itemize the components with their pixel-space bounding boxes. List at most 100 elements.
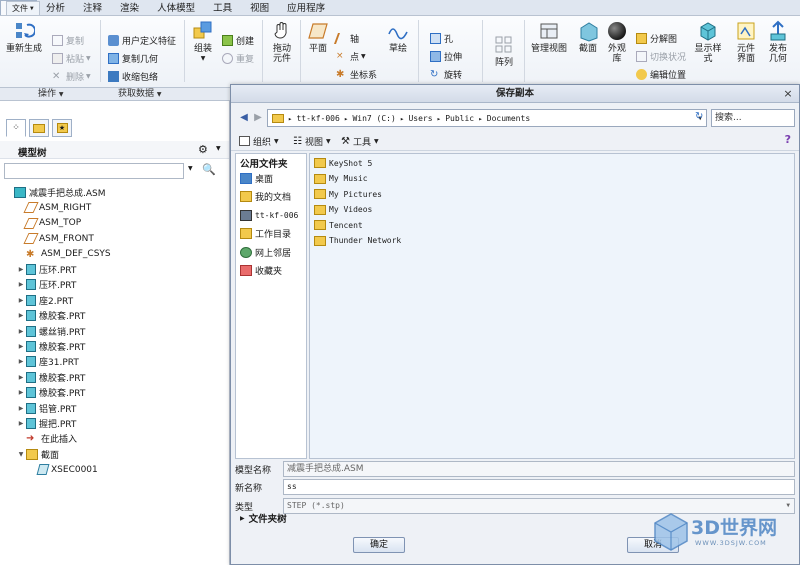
file-list-item[interactable]: My Pictures — [314, 187, 382, 201]
refresh-icon[interactable]: ↻ — [695, 111, 703, 122]
tree-item[interactable]: 减震手把总成.ASM — [4, 185, 106, 200]
folder-search-input[interactable]: 搜索... — [711, 109, 795, 127]
chevron-right-icon[interactable]: ▶ — [16, 405, 26, 412]
chevron-right-icon[interactable]: ▶ — [16, 389, 26, 396]
exploded-view-button[interactable]: 分解图 — [636, 32, 677, 45]
tree-item[interactable]: ✱ ASM_DEF_CSYS — [16, 247, 111, 262]
hole-button[interactable]: 孔 — [430, 32, 453, 45]
folder-browser-tab[interactable] — [29, 119, 49, 137]
group-operations[interactable]: 操作 ▼ — [38, 88, 64, 101]
file-list-item[interactable]: My Music — [314, 172, 368, 186]
tab-tools[interactable]: 工具 — [204, 0, 241, 15]
appearance-gallery-button[interactable]: 外观 库 — [604, 20, 630, 64]
tree-item[interactable]: ASM_FRONT — [16, 231, 94, 246]
breadcrumb-segment[interactable]: Users — [408, 114, 432, 123]
common-folder-item[interactable]: tt-kf-006 — [240, 208, 298, 223]
breadcrumb-segment[interactable]: Public — [445, 114, 474, 123]
chevron-right-icon[interactable]: ▶ — [16, 312, 26, 319]
file-list-item[interactable]: Tencent — [314, 218, 363, 232]
help-icon[interactable]: ? — [785, 133, 791, 146]
model-tree-tab[interactable]: ⁘ — [6, 119, 26, 137]
tab-applications[interactable]: 应用程序 — [278, 0, 334, 15]
sketch-button[interactable]: 草绘 — [384, 20, 412, 54]
section-button[interactable]: 截面 — [574, 20, 602, 54]
tab-annotate[interactable]: 注释 — [74, 0, 111, 15]
create-button[interactable]: 创建 — [222, 34, 254, 47]
paste-button[interactable]: 粘贴 ▼ — [52, 52, 91, 65]
file-list-item[interactable]: My Videos — [314, 203, 372, 217]
common-folder-item[interactable]: 我的文档 — [240, 189, 291, 204]
tree-item[interactable]: ▼ 截面 — [16, 447, 59, 462]
tab-manikin[interactable]: 人体模型 — [148, 0, 204, 15]
breadcrumb-separator-icon[interactable]: ▸ — [340, 115, 353, 123]
revolve-button[interactable]: ↻ 旋转 — [430, 68, 462, 81]
ok-button[interactable]: 确定 — [353, 537, 405, 553]
tab-file[interactable]: 文件 ▼ — [6, 1, 40, 15]
views-button[interactable]: ☷ 视图 ▼ — [293, 134, 331, 148]
tree-settings-icon[interactable]: ⚙ — [198, 143, 208, 156]
chevron-right-icon[interactable]: ▶ — [16, 281, 26, 288]
file-list-item[interactable]: Thunder Network — [314, 234, 401, 248]
drag-components-button[interactable]: 拖动 元件 — [266, 20, 298, 64]
breadcrumb-segment[interactable]: Win7 (C:) — [352, 114, 395, 123]
tree-item[interactable]: ▶ 压环.PRT — [16, 277, 76, 292]
delete-button[interactable]: ✕ 删除 ▼ — [52, 70, 91, 83]
tree-item[interactable]: ▶ 座31.PRT — [16, 354, 79, 369]
tree-item[interactable]: ▶ 橡胶套.PRT — [16, 385, 85, 400]
regenerate-button[interactable]: 重新生成 — [6, 20, 42, 54]
breadcrumb-separator-icon[interactable]: ▸ — [396, 115, 409, 123]
close-icon[interactable]: × — [781, 87, 795, 101]
tree-item[interactable]: ▶ 橡胶套.PRT — [16, 308, 85, 323]
manage-views-button[interactable]: 管理视图 — [528, 20, 570, 54]
tree-item[interactable]: ▶ 压环.PRT — [16, 262, 76, 277]
chevron-right-icon[interactable]: ▶ — [16, 297, 26, 304]
user-defined-feature-button[interactable]: 用户定义特征 — [108, 34, 176, 47]
file-list-item[interactable]: KeyShot 5 — [314, 156, 372, 170]
tree-item[interactable]: ▶ 橡胶套.PRT — [16, 370, 85, 385]
tree-item[interactable]: ▶ 座2.PRT — [16, 293, 73, 308]
tree-item[interactable]: ▶ 握把.PRT — [16, 416, 76, 431]
axis-button[interactable]: 轴 — [333, 32, 359, 45]
common-folder-item[interactable]: 桌面 — [240, 171, 273, 186]
pattern-button[interactable]: 阵列 — [490, 34, 518, 68]
toggle-status-button[interactable]: 切换状况 — [636, 50, 686, 63]
chevron-right-icon[interactable]: ▶ — [16, 266, 26, 273]
group-get-data[interactable]: 获取数据 ▼ — [118, 88, 162, 101]
tab-view[interactable]: 视图 — [241, 0, 278, 15]
tools-button[interactable]: ⚒ 工具 ▼ — [341, 134, 379, 148]
publish-geometry-button[interactable]: 发布 几何 — [764, 20, 792, 64]
tree-item[interactable]: XSEC0001 — [28, 462, 98, 477]
tree-item[interactable]: ASM_RIGHT — [16, 200, 91, 215]
tab-analysis[interactable]: 分析 — [37, 0, 74, 15]
copy-button[interactable]: 复制 — [52, 34, 84, 47]
chevron-right-icon[interactable]: ▶ — [16, 343, 26, 350]
common-folder-item[interactable]: 收藏夹 — [240, 263, 282, 278]
plane-button[interactable]: 平面 — [304, 20, 332, 54]
favorites-tab[interactable]: ★ — [52, 119, 72, 137]
breadcrumb-separator-icon[interactable]: ▸ — [474, 115, 487, 123]
repeat-button[interactable]: 重复 — [222, 52, 254, 65]
breadcrumb-segment[interactable]: Documents — [487, 114, 530, 123]
assemble-button[interactable]: 组装 ▼ — [188, 20, 218, 64]
point-button[interactable]: × 点 ▼ — [336, 50, 366, 63]
edit-position-button[interactable]: 编辑位置 — [636, 68, 686, 81]
chevron-down-icon[interactable]: ▼ — [216, 145, 221, 152]
chevron-down-icon[interactable]: ▼ — [16, 451, 26, 458]
forward-icon[interactable]: ▶ — [251, 110, 265, 126]
chevron-right-icon[interactable]: ▶ — [16, 328, 26, 335]
tree-item[interactable]: ▶ 螺丝销.PRT — [16, 324, 85, 339]
copy-geometry-button[interactable]: 复制几何 — [108, 52, 158, 65]
chevron-right-icon[interactable]: ▶ — [16, 420, 26, 427]
chevron-right-icon[interactable]: ▶ — [16, 374, 26, 381]
address-bar[interactable]: ▸ tt-kf-006 ▸ Win7 (C:) ▸ Users ▸ Public… — [267, 109, 707, 127]
model-tree-search-input[interactable] — [4, 163, 184, 179]
chevron-down-icon[interactable]: ▼ — [188, 165, 193, 172]
extrude-button[interactable]: 拉伸 — [430, 50, 462, 63]
common-folder-item[interactable]: 工作目录 — [240, 226, 291, 241]
binoculars-icon[interactable]: 🔍 — [202, 163, 216, 176]
tree-item[interactable]: ASM_TOP — [16, 216, 81, 231]
tree-item[interactable]: ➜ 在此插入 — [16, 431, 77, 446]
breadcrumb-separator-icon[interactable]: ▸ — [433, 115, 446, 123]
tree-item[interactable]: ▶ 橡胶套.PRT — [16, 339, 85, 354]
display-style-button[interactable]: 显示样 式 — [692, 20, 724, 64]
